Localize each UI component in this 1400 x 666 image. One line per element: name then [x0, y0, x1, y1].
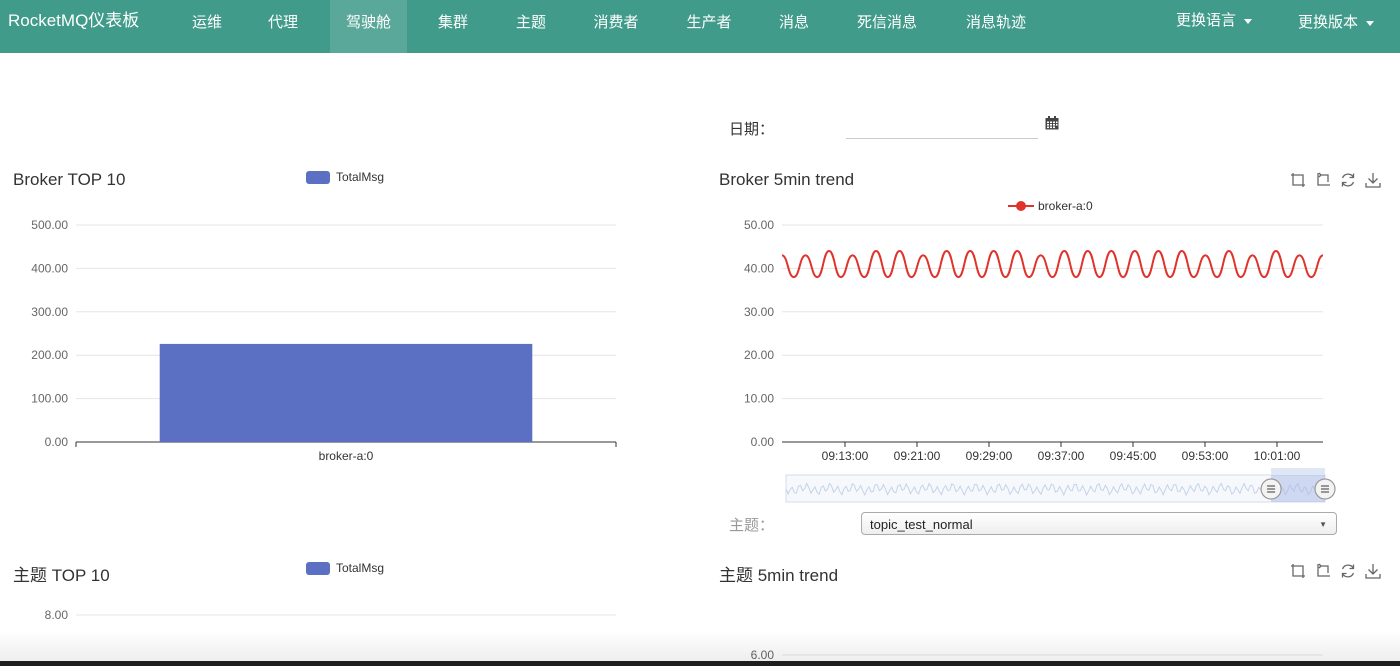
topic-trend-toolbox [1281, 563, 1381, 579]
zoom-reset-icon[interactable] [1315, 172, 1331, 188]
datazoom-track [785, 474, 1326, 503]
topic-top10-title: 主题 TOP 10 [13, 566, 110, 585]
language-dropdown-label: 更换语言 [1175, 12, 1236, 29]
download-icon[interactable] [1365, 172, 1381, 188]
topic-top10-legend[interactable]: TotalMsg [306, 561, 384, 575]
y-tick-label: 8.00 [45, 608, 69, 622]
y-tick-label: 0.00 [751, 435, 775, 449]
nav-item-dlq-message[interactable]: 死信消息 [840, 0, 934, 53]
legend-label: broker-a:0 [1038, 199, 1093, 213]
charts-layer: 0.00 100.00 200.00 300.00 400.00 500.00 broker… [31, 218, 1336, 662]
y-tick-label: 50.00 [744, 218, 774, 232]
x-tick-label: 09:13:00 [822, 449, 869, 463]
y-tick-label: 200.00 [31, 348, 68, 362]
y-tick-label: 400.00 [31, 261, 68, 275]
topic-select-value: topic_test_normal [870, 517, 973, 532]
y-tick-label: 100.00 [31, 392, 68, 406]
x-tick-label: 09:21:00 [894, 449, 941, 463]
nav-item-consumer[interactable]: 消费者 [578, 0, 654, 53]
legend-label: TotalMsg [336, 170, 385, 184]
broker-top10-legend[interactable]: TotalMsg [306, 170, 384, 184]
datazoom-preview [785, 482, 1326, 497]
x-tick-label: 09:29:00 [966, 449, 1013, 463]
calendar-icon[interactable] [1045, 116, 1059, 130]
x-tick-label: 09:53:00 [1182, 449, 1229, 463]
zoom-icon[interactable] [1290, 563, 1306, 579]
y-tick-label: 20.00 [744, 348, 774, 362]
chevron-down-icon: ▼ [1319, 520, 1327, 529]
series-line [781, 250, 1324, 279]
chevron-down-icon [1244, 18, 1252, 24]
x-tick-label: broker-a:0 [319, 449, 374, 463]
restore-icon[interactable] [1340, 563, 1356, 579]
legend-swatch [306, 561, 330, 575]
x-tick-label: 10:01:00 [1254, 449, 1301, 463]
version-dropdown-label: 更换版本 [1297, 14, 1358, 31]
broker-trend-toolbox [1281, 172, 1381, 188]
broker-trend-legend[interactable]: broker-a:0 [1008, 199, 1093, 213]
language-dropdown[interactable]: 更换语言 [1165, 0, 1263, 53]
legend-swatch [306, 170, 330, 184]
nav-item-message-trace[interactable]: 消息轨迹 [950, 0, 1042, 53]
y-tick-label: 500.00 [31, 218, 68, 232]
chevron-down-icon [1366, 20, 1374, 26]
legend-label: TotalMsg [336, 561, 385, 575]
topic-select[interactable]: topic_test_normal ▼ [861, 512, 1337, 535]
zoom-icon[interactable] [1290, 172, 1306, 188]
y-tick-label: 10.00 [744, 392, 774, 406]
datazoom-handle [1314, 478, 1336, 500]
topic-label: 主题： [729, 517, 775, 534]
x-tick-label: 09:37:00 [1038, 449, 1085, 463]
topic-trend-title: 主题 5min trend [719, 566, 839, 585]
nav-item-cockpit[interactable]: 驾驶舱 [330, 0, 407, 53]
y-tick-label: 40.00 [744, 261, 774, 275]
bottom-dark-strip [0, 661, 1400, 666]
y-tick-label: 300.00 [31, 305, 68, 319]
nav-item-cluster[interactable]: 集群 [422, 0, 484, 53]
y-tick-label: 30.00 [744, 305, 774, 319]
nav-item-topic[interactable]: 主题 [500, 0, 562, 53]
x-tick-label: 09:45:00 [1110, 449, 1157, 463]
date-input[interactable] [846, 112, 1038, 139]
legend-line-marker [1008, 201, 1034, 211]
version-dropdown[interactable]: 更换版本 [1287, 0, 1385, 53]
broker-trend-title: Broker 5min trend [719, 170, 855, 189]
datazoom-selected-window [1271, 475, 1325, 502]
download-icon[interactable] [1365, 563, 1381, 579]
zoom-reset-icon[interactable] [1315, 563, 1331, 579]
bar [159, 343, 533, 442]
nav-item-ops[interactable]: 运维 [176, 0, 238, 53]
brand-title[interactable]: RocketMQ仪表板 [8, 0, 139, 53]
top-navbar: RocketMQ仪表板 运维 代理 驾驶舱 集群 主题 消费者 生产者 消息 死… [0, 0, 1400, 53]
date-label: 日期： [729, 121, 775, 138]
nav-item-producer[interactable]: 生产者 [670, 0, 748, 53]
nav-item-proxy[interactable]: 代理 [252, 0, 314, 53]
datazoom-selected-top [1271, 468, 1325, 475]
restore-icon[interactable] [1340, 172, 1356, 188]
broker-top10-title: Broker TOP 10 [13, 170, 126, 189]
nav-item-message[interactable]: 消息 [763, 0, 825, 53]
y-tick-label: 0.00 [45, 435, 69, 449]
datazoom-handle [1260, 478, 1282, 500]
